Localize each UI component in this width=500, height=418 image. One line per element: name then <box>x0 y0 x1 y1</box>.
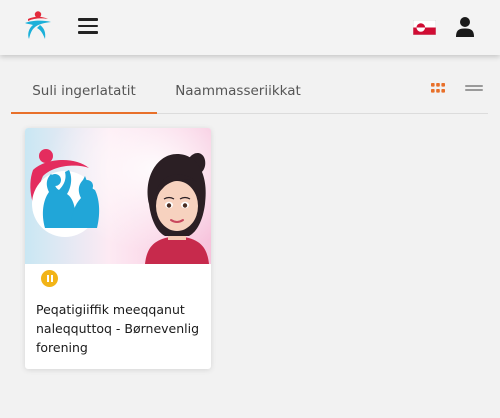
tab-ongoing-courses[interactable]: Suli ingerlatatit <box>11 74 157 114</box>
course-title: Peqatigiiffik meeqqanut naleqquttoq - Bø… <box>36 302 200 355</box>
hamburger-menu-icon[interactable] <box>78 18 98 34</box>
course-tabs: Suli ingerlatatit Naammasseriikkat <box>11 74 488 114</box>
course-thumbnail <box>25 128 211 264</box>
list-view-icon[interactable] <box>465 85 483 91</box>
course-card[interactable]: Peqatigiiffik meeqqanut naleqquttoq - Bø… <box>25 128 211 369</box>
user-account-icon[interactable] <box>455 16 475 38</box>
pause-icon[interactable] <box>41 270 58 287</box>
logo-icon[interactable] <box>22 10 54 42</box>
grid-view-icon[interactable] <box>431 83 445 93</box>
greenland-flag-icon[interactable] <box>413 20 436 35</box>
app-header <box>0 0 500 55</box>
tab-completed-courses[interactable]: Naammasseriikkat <box>166 74 310 114</box>
